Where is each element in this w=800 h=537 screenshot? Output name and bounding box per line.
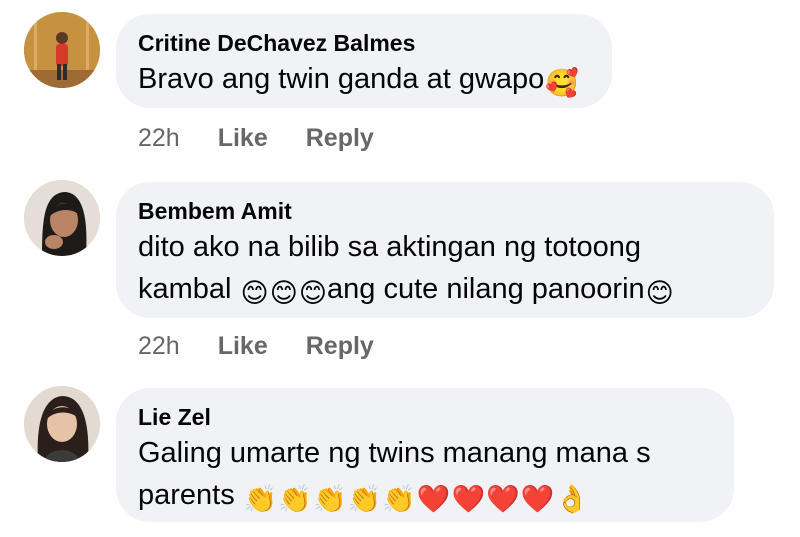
smiling-face-with-hearts-icon: 🥰 bbox=[545, 68, 579, 98]
comment-text: Galing umarte ng twins manang mana s par… bbox=[138, 432, 710, 516]
comment-text-line: parents bbox=[138, 479, 243, 511]
like-button[interactable]: Like bbox=[218, 124, 268, 153]
smiling-face-icon: 😊 bbox=[645, 278, 674, 308]
comment-text: Bravo ang twin ganda at gwapo🥰 bbox=[138, 58, 588, 100]
avatar-image bbox=[24, 386, 100, 462]
comment-bubble: Bembem Amit dito ako na bilib sa aktinga… bbox=[116, 182, 774, 318]
comment-author[interactable]: Critine DeChavez Balmes bbox=[138, 28, 588, 58]
clapping-hands-icon: 👏 bbox=[382, 484, 416, 514]
comment-text-line: kambal bbox=[138, 273, 240, 305]
red-heart-icon: ❤️ bbox=[416, 484, 451, 514]
comment-text-line: dito ako na bilib sa aktingan ng totoong bbox=[138, 231, 642, 263]
clapping-hands-icon: 👏 bbox=[313, 484, 347, 514]
avatar[interactable] bbox=[24, 180, 100, 256]
comment-actions: 22h Like Reply bbox=[138, 124, 374, 153]
clapping-hands-icon: 👏 bbox=[347, 484, 382, 514]
avatar-image bbox=[24, 12, 100, 88]
clapping-hands-icon: 👏 bbox=[278, 484, 313, 514]
comment-author[interactable]: Bembem Amit bbox=[138, 196, 750, 226]
avatar[interactable] bbox=[24, 12, 100, 88]
reply-button[interactable]: Reply bbox=[306, 332, 374, 361]
like-button[interactable]: Like bbox=[218, 332, 268, 361]
comment-timestamp[interactable]: 22h bbox=[138, 124, 180, 153]
red-heart-icon: ❤️ bbox=[451, 484, 486, 514]
comment-bubble: Lie Zel Galing umarte ng twins manang ma… bbox=[116, 388, 734, 522]
comment-actions: 22h Like Reply bbox=[138, 332, 374, 361]
red-heart-icon: ❤️ bbox=[486, 484, 520, 514]
comment-text-line: ang cute nilang panoorin bbox=[327, 273, 645, 305]
comment-text-line: Galing umarte ng twins manang mana s bbox=[138, 437, 651, 469]
red-heart-icon: ❤️ bbox=[520, 484, 555, 514]
avatar-image bbox=[24, 180, 100, 256]
comment-text: dito ako na bilib sa aktingan ng totoong… bbox=[138, 226, 750, 310]
smiling-face-icon: 😊 bbox=[269, 278, 298, 308]
comment-text-line: Bravo ang twin ganda at gwapo bbox=[138, 63, 545, 95]
ok-hand-icon: 👌 bbox=[555, 484, 590, 514]
avatar[interactable] bbox=[24, 386, 100, 462]
smiling-face-icon: 😊 bbox=[298, 278, 328, 308]
comment-bubble: Critine DeChavez Balmes Bravo ang twin g… bbox=[116, 14, 612, 108]
reply-button[interactable]: Reply bbox=[306, 124, 374, 153]
comment-timestamp[interactable]: 22h bbox=[138, 332, 180, 361]
smiling-face-icon: 😊 bbox=[240, 278, 269, 308]
comment-author[interactable]: Lie Zel bbox=[138, 402, 710, 432]
clapping-hands-icon: 👏 bbox=[243, 484, 278, 514]
